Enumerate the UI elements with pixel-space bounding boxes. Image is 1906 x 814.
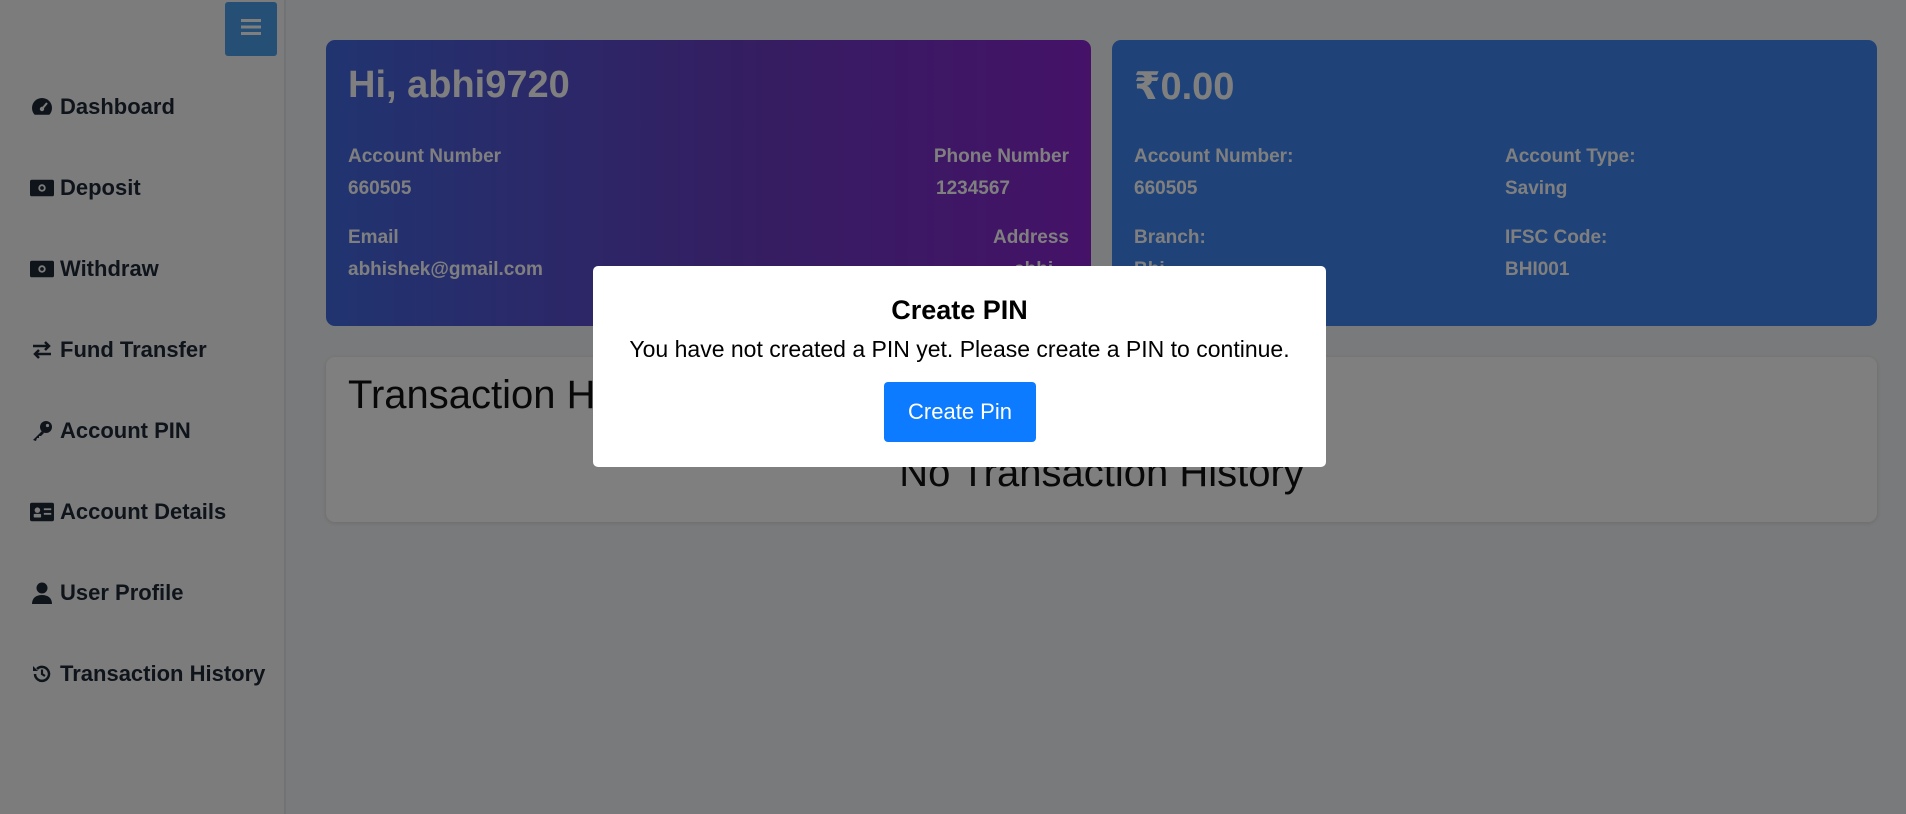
modal-title: Create PIN [891,295,1028,325]
create-pin-modal: Create PIN You have not created a PIN ye… [593,266,1326,467]
create-pin-button[interactable]: Create Pin [884,382,1036,442]
modal-message: You have not created a PIN yet. Please c… [629,336,1290,362]
